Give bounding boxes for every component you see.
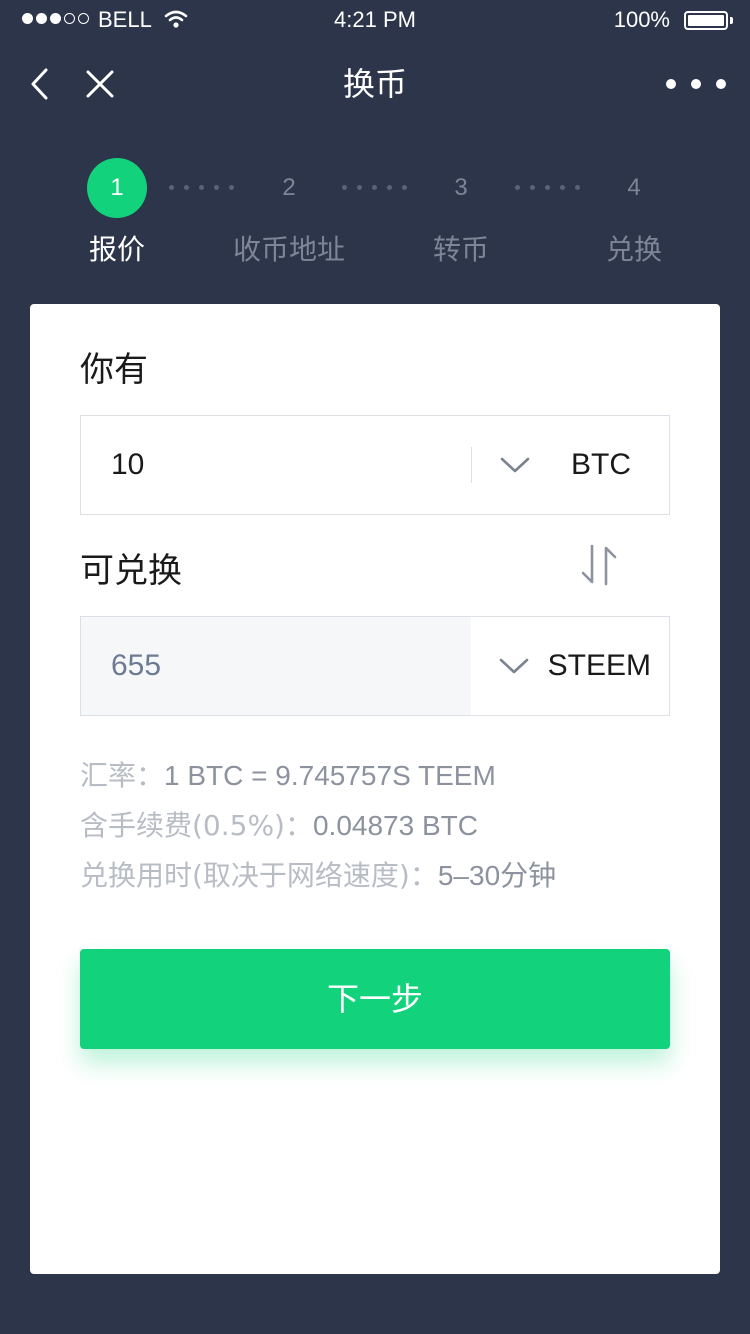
more-button[interactable]	[666, 70, 726, 98]
battery-percentage: 100%	[613, 7, 670, 32]
nav-bar: 换币	[0, 40, 750, 128]
receive-field: 655 STEEM	[80, 616, 670, 716]
step-transfer: 3 转币	[391, 158, 531, 270]
step-exchange: 4 兑换	[564, 158, 704, 270]
exchange-rate-value: 1 BTC = 9.745757S TEEM	[164, 760, 496, 791]
have-amount-input[interactable]: 10	[81, 416, 471, 514]
exchange-rate-line: 汇率：1 BTC = 9.745757S TEEM	[80, 756, 496, 796]
receive-label: 可兑换	[80, 551, 182, 591]
step-number: 2	[282, 174, 296, 201]
have-label: 你有	[80, 350, 148, 390]
duration-line: 兑换用时(取决于网络速度)：5–30分钟	[80, 856, 556, 896]
step-number: 3	[454, 174, 468, 201]
battery-icon	[684, 11, 728, 30]
duration-value: 5–30分钟	[437, 860, 557, 891]
battery-tip	[730, 17, 733, 24]
step-label: 兑换	[605, 233, 662, 266]
step-indicator: 1 报价 2 收币地址 3 转币 4 兑换	[0, 158, 750, 278]
have-field: 10 BTC	[80, 415, 670, 515]
step-address: 2 收币地址	[219, 158, 359, 270]
exchange-form-card: 你有 10 BTC 可兑换 655 STEEM 汇率：1 BTC = 9.745…	[30, 304, 720, 1274]
step-label: 收币地址	[232, 233, 345, 266]
duration-label: 兑换用时(取决于网络速度)：	[80, 859, 438, 892]
fee-label: 含手续费(0.5%)：	[80, 809, 313, 842]
step-label: 转币	[432, 233, 489, 266]
chevron-down-icon	[500, 457, 530, 473]
chevron-down-icon	[499, 658, 529, 674]
step-label: 报价	[88, 233, 145, 266]
page-title: 换币	[342, 65, 407, 103]
swap-arrows-icon[interactable]	[578, 542, 622, 588]
more-icon-dot	[691, 79, 701, 89]
step-number: 4	[627, 174, 641, 201]
more-icon-dot	[666, 79, 676, 89]
status-bar: BELL 4:21 PM 100%	[0, 0, 750, 40]
more-icon-dot	[716, 79, 726, 89]
step-quote: 1 报价	[47, 158, 187, 270]
exchange-rate-label: 汇率：	[80, 759, 165, 792]
fee-line: 含手续费(0.5%)：0.04873 BTC	[80, 806, 478, 846]
receive-amount-value: 655	[81, 617, 471, 715]
have-currency-code: BTC	[571, 448, 631, 481]
step-number: 1	[87, 158, 147, 218]
next-step-button[interactable]: 下一步	[80, 949, 670, 1049]
receive-currency-select[interactable]: STEEM	[471, 617, 669, 715]
have-currency-select[interactable]: BTC	[472, 416, 669, 514]
receive-currency-code: STEEM	[547, 649, 651, 682]
fee-value: 0.04873 BTC	[312, 810, 478, 841]
